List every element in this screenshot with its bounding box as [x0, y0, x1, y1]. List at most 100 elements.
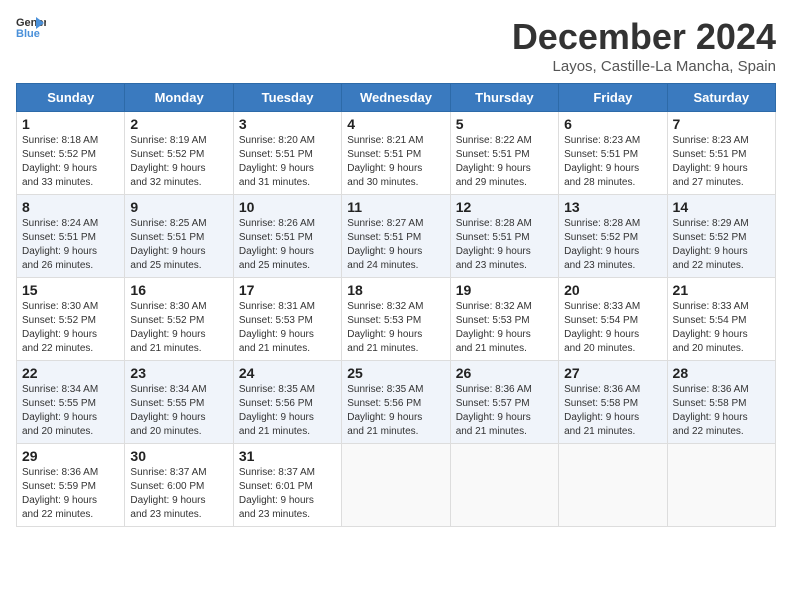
- day-number: 8: [22, 199, 119, 215]
- day-number: 6: [564, 116, 661, 132]
- day-info: Sunrise: 8:33 AM Sunset: 5:54 PM Dayligh…: [673, 300, 770, 356]
- day-info: Sunrise: 8:22 AM Sunset: 5:51 PM Dayligh…: [456, 134, 553, 190]
- day-cell: 7Sunrise: 8:23 AM Sunset: 5:51 PM Daylig…: [667, 112, 775, 195]
- day-info: Sunrise: 8:35 AM Sunset: 5:56 PM Dayligh…: [239, 383, 336, 439]
- title-area: December 2024 Layos, Castille-La Mancha,…: [512, 16, 776, 75]
- day-cell: 15 Sunrise: 8:30 AM Sunset: 5:52 PM Dayli…: [17, 278, 125, 361]
- day-number: 25: [347, 365, 444, 381]
- day-cell: 25Sunrise: 8:35 AM Sunset: 5:56 PM Dayli…: [342, 361, 450, 444]
- day-cell: 4 Sunrise: 8:21 AM Sunset: 5:51 PM Daylig…: [342, 112, 450, 195]
- day-cell: 21 Sunrise: 8:33 AM Sunset: 5:54 PM Dayli…: [667, 278, 775, 361]
- day-cell: 28 Sunrise: 8:36 AM Sunset: 5:58 PM Dayli…: [667, 361, 775, 444]
- week-row-3: 15 Sunrise: 8:30 AM Sunset: 5:52 PM Dayli…: [17, 278, 776, 361]
- day-info: Sunrise: 8:36 AM Sunset: 5:57 PM Dayligh…: [456, 383, 553, 439]
- day-cell: 31 Sunrise: 8:37 AM Sunset: 6:01 PM Dayli…: [233, 444, 341, 527]
- day-info: Sunrise: 8:27 AM Sunset: 5:51 PM Dayligh…: [347, 217, 444, 273]
- day-info: Sunrise: 8:34 AM Sunset: 5:55 PM Dayligh…: [22, 383, 119, 439]
- day-cell: 9 Sunrise: 8:25 AM Sunset: 5:51 PM Daylig…: [125, 195, 233, 278]
- day-info: Sunrise: 8:34 AM Sunset: 5:55 PM Dayligh…: [130, 383, 227, 439]
- day-info: Sunrise: 8:36 AM Sunset: 5:58 PM Dayligh…: [564, 383, 661, 439]
- day-number: 16: [130, 282, 227, 298]
- day-number: 19: [456, 282, 553, 298]
- day-cell: 16 Sunrise: 8:30 AM Sunset: 5:52 PM Dayli…: [125, 278, 233, 361]
- day-cell: 22Sunrise: 8:34 AM Sunset: 5:55 PM Dayli…: [17, 361, 125, 444]
- day-header-thursday: Thursday: [450, 84, 558, 112]
- day-info: Sunrise: 8:23 AM Sunset: 5:51 PM Dayligh…: [564, 134, 661, 190]
- day-cell: 8 Sunrise: 8:24 AM Sunset: 5:51 PM Daylig…: [17, 195, 125, 278]
- logo: General Blue: [16, 16, 46, 38]
- header-row: SundayMondayTuesdayWednesdayThursdayFrid…: [17, 84, 776, 112]
- day-number: 12: [456, 199, 553, 215]
- day-info: Sunrise: 8:18 AM Sunset: 5:52 PM Dayligh…: [22, 134, 119, 190]
- day-number: 17: [239, 282, 336, 298]
- day-number: 7: [673, 116, 770, 132]
- day-info: Sunrise: 8:21 AM Sunset: 5:51 PM Dayligh…: [347, 134, 444, 190]
- day-number: 4: [347, 116, 444, 132]
- day-number: 3: [239, 116, 336, 132]
- day-cell: 20 Sunrise: 8:33 AM Sunset: 5:54 PM Dayli…: [559, 278, 667, 361]
- day-number: 13: [564, 199, 661, 215]
- day-info: Sunrise: 8:32 AM Sunset: 5:53 PM Dayligh…: [456, 300, 553, 356]
- day-header-wednesday: Wednesday: [342, 84, 450, 112]
- day-info: Sunrise: 8:24 AM Sunset: 5:51 PM Dayligh…: [22, 217, 119, 273]
- day-cell: 14 Sunrise: 8:29 AM Sunset: 5:52 PM Dayli…: [667, 195, 775, 278]
- week-row-2: 8 Sunrise: 8:24 AM Sunset: 5:51 PM Daylig…: [17, 195, 776, 278]
- day-number: 23: [130, 365, 227, 381]
- day-cell: 12 Sunrise: 8:28 AM Sunset: 5:51 PM Dayli…: [450, 195, 558, 278]
- day-cell: 27 Sunrise: 8:36 AM Sunset: 5:58 PM Dayli…: [559, 361, 667, 444]
- day-cell: 30Sunrise: 8:37 AM Sunset: 6:00 PM Dayli…: [125, 444, 233, 527]
- day-number: 27: [564, 365, 661, 381]
- day-number: 20: [564, 282, 661, 298]
- week-row-1: 1 Sunrise: 8:18 AM Sunset: 5:52 PM Daylig…: [17, 112, 776, 195]
- day-cell: 13Sunrise: 8:28 AM Sunset: 5:52 PM Dayli…: [559, 195, 667, 278]
- day-info: Sunrise: 8:36 AM Sunset: 5:58 PM Dayligh…: [673, 383, 770, 439]
- day-cell: 11 Sunrise: 8:27 AM Sunset: 5:51 PM Dayli…: [342, 195, 450, 278]
- day-cell: 29Sunrise: 8:36 AM Sunset: 5:59 PM Dayli…: [17, 444, 125, 527]
- day-number: 30: [130, 448, 227, 464]
- day-number: 28: [673, 365, 770, 381]
- day-number: 15: [22, 282, 119, 298]
- day-number: 31: [239, 448, 336, 464]
- day-cell: 6 Sunrise: 8:23 AM Sunset: 5:51 PM Daylig…: [559, 112, 667, 195]
- day-info: Sunrise: 8:20 AM Sunset: 5:51 PM Dayligh…: [239, 134, 336, 190]
- day-info: Sunrise: 8:30 AM Sunset: 5:52 PM Dayligh…: [22, 300, 119, 356]
- day-cell: 3 Sunrise: 8:20 AM Sunset: 5:51 PM Daylig…: [233, 112, 341, 195]
- calendar-subtitle: Layos, Castille-La Mancha, Spain: [512, 58, 776, 75]
- day-info: Sunrise: 8:25 AM Sunset: 5:51 PM Dayligh…: [130, 217, 227, 273]
- day-cell: 23 Sunrise: 8:34 AM Sunset: 5:55 PM Dayli…: [125, 361, 233, 444]
- day-cell: 5Sunrise: 8:22 AM Sunset: 5:51 PM Daylig…: [450, 112, 558, 195]
- logo-icon: General Blue: [16, 16, 46, 38]
- day-info: Sunrise: 8:33 AM Sunset: 5:54 PM Dayligh…: [564, 300, 661, 356]
- day-cell: 19 Sunrise: 8:32 AM Sunset: 5:53 PM Dayli…: [450, 278, 558, 361]
- day-number: 14: [673, 199, 770, 215]
- day-info: Sunrise: 8:26 AM Sunset: 5:51 PM Dayligh…: [239, 217, 336, 273]
- svg-text:Blue: Blue: [16, 28, 40, 38]
- week-row-4: 22Sunrise: 8:34 AM Sunset: 5:55 PM Dayli…: [17, 361, 776, 444]
- day-cell: 2Sunrise: 8:19 AM Sunset: 5:52 PM Daylig…: [125, 112, 233, 195]
- day-header-monday: Monday: [125, 84, 233, 112]
- day-info: Sunrise: 8:37 AM Sunset: 6:01 PM Dayligh…: [239, 466, 336, 522]
- day-number: 11: [347, 199, 444, 215]
- day-info: Sunrise: 8:31 AM Sunset: 5:53 PM Dayligh…: [239, 300, 336, 356]
- day-info: Sunrise: 8:29 AM Sunset: 5:52 PM Dayligh…: [673, 217, 770, 273]
- day-header-tuesday: Tuesday: [233, 84, 341, 112]
- day-cell: 17 Sunrise: 8:31 AM Sunset: 5:53 PM Dayli…: [233, 278, 341, 361]
- day-number: 10: [239, 199, 336, 215]
- day-cell: 18Sunrise: 8:32 AM Sunset: 5:53 PM Dayli…: [342, 278, 450, 361]
- day-cell: 24 Sunrise: 8:35 AM Sunset: 5:56 PM Dayli…: [233, 361, 341, 444]
- day-cell: 1 Sunrise: 8:18 AM Sunset: 5:52 PM Daylig…: [17, 112, 125, 195]
- day-cell: [667, 444, 775, 527]
- day-info: Sunrise: 8:28 AM Sunset: 5:51 PM Dayligh…: [456, 217, 553, 273]
- day-header-friday: Friday: [559, 84, 667, 112]
- day-number: 9: [130, 199, 227, 215]
- week-row-5: 29Sunrise: 8:36 AM Sunset: 5:59 PM Dayli…: [17, 444, 776, 527]
- day-cell: [450, 444, 558, 527]
- day-info: Sunrise: 8:30 AM Sunset: 5:52 PM Dayligh…: [130, 300, 227, 356]
- day-header-sunday: Sunday: [17, 84, 125, 112]
- day-number: 21: [673, 282, 770, 298]
- day-number: 24: [239, 365, 336, 381]
- day-number: 18: [347, 282, 444, 298]
- calendar-title: December 2024: [512, 16, 776, 58]
- day-number: 1: [22, 116, 119, 132]
- day-cell: [559, 444, 667, 527]
